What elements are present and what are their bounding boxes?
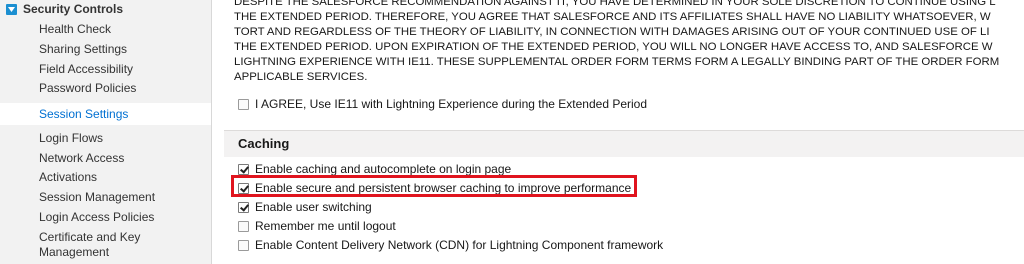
sidebar-item-password-policies[interactable]: Password Policies [39, 81, 136, 96]
disclaimer-line: LIGHTNING EXPERIENCE WITH IE11. THESE SU… [234, 56, 1000, 69]
remember-me-checkbox[interactable] [238, 220, 249, 232]
cdn-checkbox[interactable] [238, 239, 249, 251]
sidebar-item-activations[interactable]: Activations [39, 170, 97, 185]
ie11-agree-label: I AGREE, Use IE11 with Lightning Experie… [255, 97, 648, 111]
sidebar-header-label: Security Controls [23, 2, 124, 16]
caching-login-page-label: Enable caching and autocomplete on login… [255, 162, 512, 176]
caching-section-header: Caching [224, 130, 1024, 157]
user-switching-label: Enable user switching [255, 200, 372, 214]
disclaimer-line: THE EXTENDED PERIOD. UPON EXPIRATION OF … [234, 41, 993, 54]
disclaimer-line: APPLICABLE SERVICES. [234, 71, 368, 84]
setup-sidebar: Security Controls Health Check Sharing S… [0, 0, 212, 264]
sidebar-item-health-check[interactable]: Health Check [39, 22, 111, 37]
security-controls-header[interactable]: Security Controls [6, 1, 123, 17]
disclaimer-line: THE EXTENDED PERIOD. THEREFORE, YOU AGRE… [234, 11, 991, 24]
sidebar-item-field-accessibility[interactable]: Field Accessibility [39, 62, 133, 77]
caching-option-user-switching[interactable]: Enable user switching [238, 200, 372, 214]
sidebar-item-network-access[interactable]: Network Access [39, 151, 124, 166]
sidebar-item-certificate-and-key[interactable]: Certificate and Key [39, 230, 140, 245]
sidebar-item-login-access-policies[interactable]: Login Access Policies [39, 210, 154, 225]
ie11-agree-checkbox[interactable] [238, 98, 249, 110]
ie11-agree-option[interactable]: I AGREE, Use IE11 with Lightning Experie… [238, 97, 647, 111]
sidebar-item-session-management[interactable]: Session Management [39, 190, 155, 205]
collapse-icon[interactable] [6, 3, 17, 15]
ie11-disclaimer-text: DESPITE THE SALESFORCE RECOMMENDATION AG… [234, 0, 1024, 86]
remember-me-label: Remember me until logout [255, 219, 396, 233]
caching-section-title: Caching [238, 136, 290, 151]
cdn-label: Enable Content Delivery Network (CDN) fo… [255, 238, 664, 252]
disclaimer-line: DESPITE THE SALESFORCE RECOMMENDATION AG… [234, 0, 996, 8]
session-settings-main: DESPITE THE SALESFORCE RECOMMENDATION AG… [224, 0, 1024, 264]
sidebar-item-session-settings[interactable]: Session Settings [0, 103, 211, 125]
sidebar-item-certificate-and-key-cont[interactable]: Management [39, 245, 109, 260]
caching-option-login-page[interactable]: Enable caching and autocomplete on login… [238, 162, 511, 176]
sidebar-item-sharing-settings[interactable]: Sharing Settings [39, 42, 127, 57]
caching-option-remember-me[interactable]: Remember me until logout [238, 219, 396, 233]
caching-option-cdn[interactable]: Enable Content Delivery Network (CDN) fo… [238, 238, 663, 252]
caching-login-page-checkbox[interactable] [238, 163, 249, 175]
disclaimer-line: TORT AND REGARDLESS OF THE THEORY OF LIA… [234, 26, 990, 39]
annotation-highlight-box [231, 175, 637, 197]
sidebar-item-login-flows[interactable]: Login Flows [39, 131, 103, 146]
user-switching-checkbox[interactable] [238, 201, 249, 213]
